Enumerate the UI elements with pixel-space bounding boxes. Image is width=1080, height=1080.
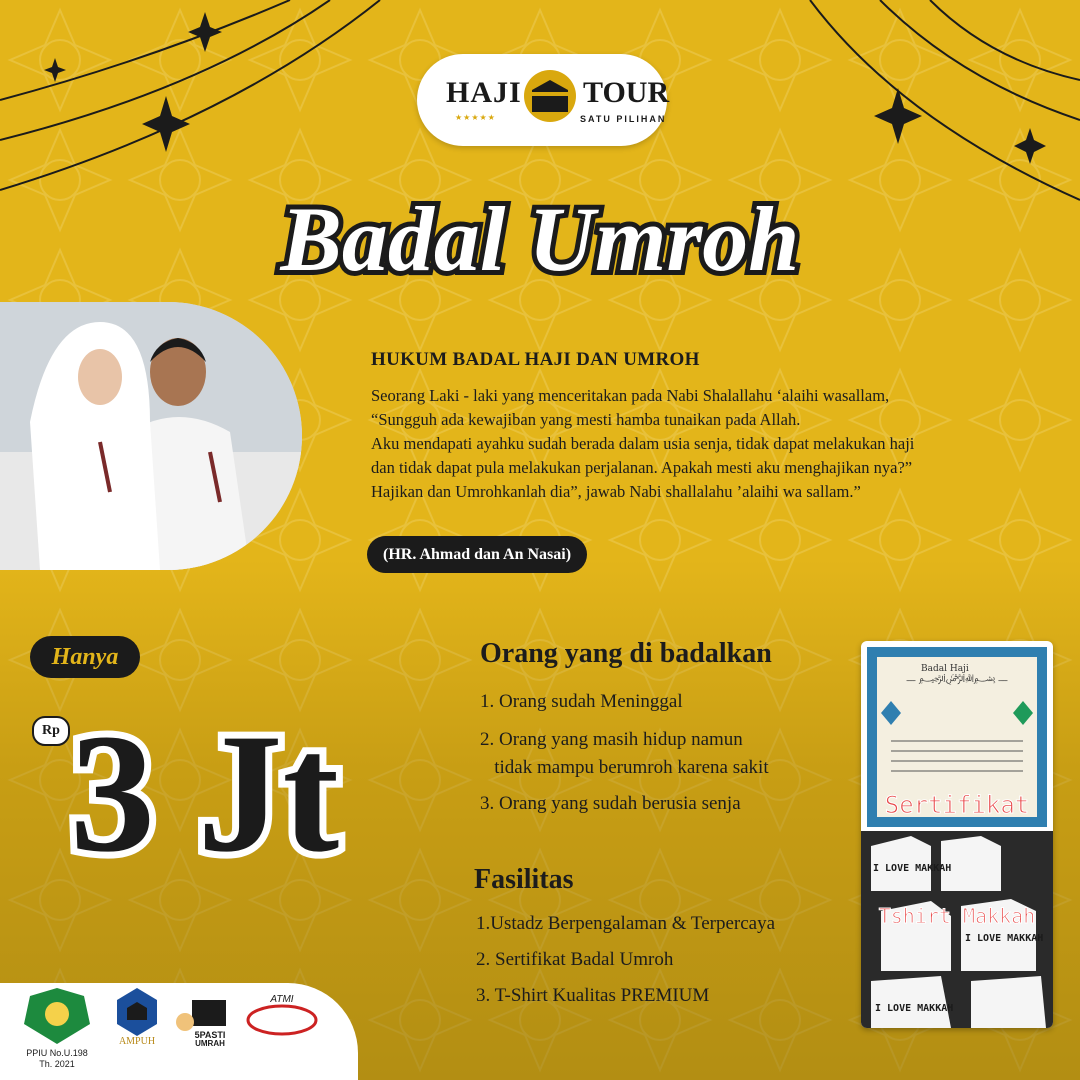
hadith-source-badge: (HR. Ahmad dan An Nasai) [367,536,588,573]
svg-text:ATMI: ATMI [269,994,293,1005]
star-icon [44,58,66,82]
svg-text:UMRAH: UMRAH [195,1039,225,1046]
rating-stars: ★★★★★ [455,113,496,122]
list-item: 3. T-Shirt Kualitas PREMIUM [476,985,710,1006]
ppiu-license: PPIU No.U.198 Th. 2021 [26,1048,88,1069]
star-icon [188,12,222,52]
price-amount-text: 3 Jt [70,699,339,880]
star-icon [1014,128,1046,164]
shirt-print: I LOVE MAKKAH [965,933,1043,944]
certificate-label: Sertifikat [885,791,1030,819]
kemenag-logo-icon [24,988,90,1044]
page-title: Badal Umroh [0,172,1080,302]
list-item: 1. Orang sudah Meninggal [480,691,683,712]
certificate-header: Badal Haji [921,664,969,674]
partner-logos: AMPUH 5PASTI UMRAH ATMI [24,988,318,1046]
list-item: 2. Orang yang masih hidup namun tidak ma… [480,729,769,778]
brand-tagline: SATU PILIHAN [580,114,667,124]
hadith-title: HUKUM BADAL HAJI DAN UMROH [371,349,700,370]
atmi-logo-icon: ATMI [246,994,318,1036]
kaaba-icon [524,70,576,122]
hadith-text: Seorang Laki - laki yang menceritakan pa… [371,386,915,501]
title-text: Badal Umroh [280,188,800,290]
tshirt-label: Tshirt Makkah [879,904,1036,928]
list-item: 1.Ustadz Berpengalaman & Terpercaya [476,913,776,934]
5-pasti-umrah-logo-icon: 5PASTI UMRAH [176,1000,226,1046]
badal-list: 1. Orang sudah Meninggal 2. Orang yang m… [480,684,769,822]
shirt-print: I LOVE MAKKAH [875,1003,953,1014]
brand-name-right: TOUR [583,76,670,109]
list-item: 2. Sertifikat Badal Umroh [476,949,674,970]
star-icon [142,96,190,152]
svg-text:ـــــ ﷽ ـــــ: ـــــ ﷽ ـــــ [906,673,1008,685]
fasilitas-title: Fasilitas [474,864,574,895]
list-item: 3. Orang yang sudah berusia senja [480,793,741,814]
shirt-print: I LOVE MAKKAH [873,863,951,874]
ampuh-logo-icon: AMPUH [117,988,157,1046]
couple-praying-photo [0,302,302,570]
star-icon [874,88,922,144]
price-amount: 3 Jt [63,692,346,880]
brand-name-left: HAJI [446,76,522,109]
certificate-tshirt-image: ـــــ ﷽ ـــــ Sertifikat I LOVE MAKKAH I… [861,641,1053,1028]
badal-title: Orang yang di badalkan [480,638,772,669]
price-prefix-badge: Hanya [30,636,140,678]
fasilitas-list: 1.Ustadz Berpengalaman & Terpercaya 2. S… [476,906,775,1014]
svg-text:AMPUH: AMPUH [119,1036,155,1046]
